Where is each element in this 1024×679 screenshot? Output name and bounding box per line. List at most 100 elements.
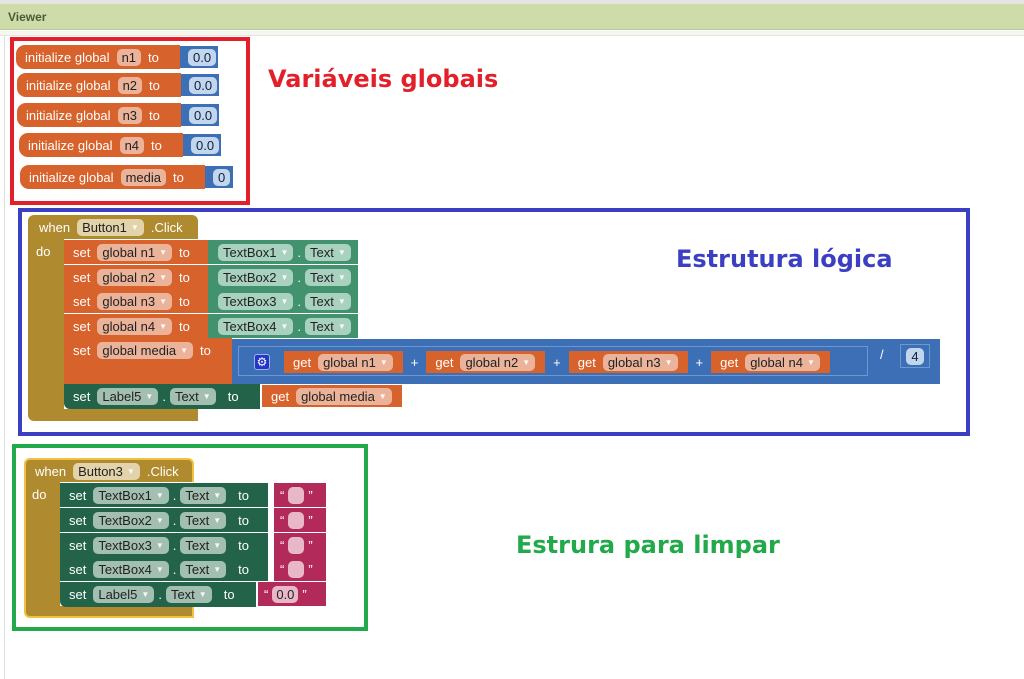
number-block[interactable]: 0.0 bbox=[181, 104, 219, 126]
component-dropdown[interactable]: Label5 ▼ bbox=[97, 388, 159, 405]
text-block[interactable]: “ 0.0 ” bbox=[258, 582, 326, 606]
text-field[interactable]: 0.0 bbox=[272, 585, 299, 603]
component-getter-block[interactable]: TextBox1 ▼ . Text ▼ bbox=[208, 240, 358, 264]
variable-dropdown[interactable]: global media ▼ bbox=[97, 341, 193, 359]
variable-dropdown[interactable]: global n4 ▼ bbox=[745, 353, 820, 371]
number-block[interactable]: 4 bbox=[900, 344, 930, 368]
set-component-block[interactable]: set TextBox1 ▼ . Text ▼ to bbox=[60, 483, 268, 507]
component-dropdown[interactable]: Button1 ▼ bbox=[77, 218, 144, 236]
property-dropdown[interactable]: Text ▼ bbox=[180, 511, 227, 529]
text-block[interactable]: “ ” bbox=[274, 533, 326, 557]
variable-dropdown[interactable]: global n1 ▼ bbox=[318, 353, 393, 371]
text-block[interactable]: “ ” bbox=[274, 557, 326, 581]
property-dropdown[interactable]: Text ▼ bbox=[180, 536, 227, 554]
event-header[interactable]: when Button3 ▼ .Click bbox=[24, 458, 194, 482]
gear-icon[interactable]: ⚙ bbox=[254, 354, 270, 370]
variable-dropdown[interactable]: global n2 ▼ bbox=[460, 353, 536, 371]
property-dropdown[interactable]: Text ▼ bbox=[180, 560, 227, 578]
to-label: to bbox=[238, 537, 249, 553]
component-getter-block[interactable]: TextBox3 ▼ . Text ▼ bbox=[208, 289, 358, 313]
number-field[interactable]: 0.0 bbox=[191, 136, 220, 154]
global-init-block[interactable]: initialize global n3 to bbox=[17, 103, 181, 127]
property-dropdown[interactable]: Text ▼ bbox=[169, 388, 216, 405]
annotation-logic: Estrutura lógica bbox=[676, 245, 893, 273]
variable-dropdown[interactable]: global n3 ▼ bbox=[602, 353, 678, 371]
property-dropdown[interactable]: Text ▼ bbox=[305, 317, 351, 335]
variable-dropdown[interactable]: global n4 ▼ bbox=[97, 317, 173, 335]
number-field[interactable]: 0.0 bbox=[189, 106, 218, 124]
text-block[interactable]: “ ” bbox=[274, 483, 326, 507]
set-component-block[interactable]: set Label5 ▼ . Text ▼ to bbox=[64, 384, 260, 409]
divide-block[interactable]: ⚙ get global n1 ▼ + get global n2 ▼ + get … bbox=[232, 339, 940, 384]
component-dropdown[interactable]: TextBox3 ▼ bbox=[218, 292, 294, 310]
component-getter-block[interactable]: TextBox2 ▼ . Text ▼ bbox=[208, 265, 358, 289]
property-dropdown[interactable]: Text ▼ bbox=[305, 268, 351, 286]
component-dropdown[interactable]: TextBox1 ▼ bbox=[218, 243, 294, 261]
number-block[interactable]: 0.0 bbox=[183, 134, 221, 156]
component-dropdown[interactable]: TextBox1 ▼ bbox=[93, 486, 169, 504]
number-field[interactable]: 4 bbox=[906, 347, 924, 365]
property-dropdown[interactable]: Text ▼ bbox=[180, 486, 227, 504]
component-dropdown[interactable]: TextBox3 ▼ bbox=[93, 536, 169, 554]
variable-dropdown[interactable]: global n2 ▼ bbox=[97, 268, 173, 286]
variable-dropdown[interactable]: global media ▼ bbox=[296, 387, 392, 405]
get-variable-block[interactable]: get global n3 ▼ bbox=[568, 351, 688, 373]
text-field[interactable] bbox=[288, 486, 305, 504]
component-dropdown[interactable]: TextBox2 ▼ bbox=[218, 268, 294, 286]
text-field[interactable] bbox=[288, 560, 305, 578]
number-block[interactable]: 0 bbox=[205, 166, 233, 188]
event-body: do bbox=[24, 482, 60, 608]
number-field[interactable]: 0.0 bbox=[188, 48, 217, 66]
global-init-block[interactable]: initialize global media to bbox=[20, 165, 205, 189]
set-label: set bbox=[69, 561, 87, 577]
property-dropdown[interactable]: Text ▼ bbox=[305, 292, 351, 310]
dot-separator: . bbox=[172, 561, 177, 577]
number-field[interactable]: 0.0 bbox=[189, 76, 218, 94]
variable-name-field[interactable]: n2 bbox=[117, 76, 143, 94]
variable-name-field[interactable]: n3 bbox=[117, 106, 143, 124]
variable-name: global n3 bbox=[607, 354, 661, 370]
component-dropdown[interactable]: Button3 ▼ bbox=[73, 462, 140, 480]
component-getter-block[interactable]: TextBox4 ▼ . Text ▼ bbox=[208, 314, 358, 338]
set-global-media-block[interactable]: set global media ▼ to bbox=[64, 338, 232, 384]
component-dropdown[interactable]: TextBox2 ▼ bbox=[93, 511, 169, 529]
set-component-block[interactable]: set TextBox2 ▼ . Text ▼ to bbox=[60, 508, 268, 532]
get-variable-block[interactable]: get global n1 ▼ bbox=[284, 351, 403, 373]
set-component-block[interactable]: set TextBox3 ▼ . Text ▼ to bbox=[60, 533, 268, 557]
variable-name-field[interactable]: n1 bbox=[116, 48, 142, 66]
set-label: set bbox=[73, 293, 91, 309]
component-dropdown[interactable]: TextBox4 ▼ bbox=[93, 560, 169, 578]
number-block[interactable]: 0.0 bbox=[181, 74, 219, 96]
text-block[interactable]: “ ” bbox=[274, 508, 326, 532]
get-variable-block[interactable]: get global media ▼ bbox=[262, 385, 402, 407]
dot-separator: . bbox=[297, 318, 302, 334]
global-init-block[interactable]: initialize global n2 to bbox=[17, 73, 181, 97]
component-name: TextBox3 bbox=[223, 293, 277, 309]
set-global-block[interactable]: set global n2 ▼ to bbox=[64, 265, 210, 289]
text-field[interactable] bbox=[288, 536, 305, 554]
set-global-block[interactable]: set global n1 ▼ to bbox=[64, 240, 210, 264]
number-field[interactable]: 0 bbox=[213, 168, 231, 186]
variable-name-field[interactable]: n4 bbox=[119, 136, 145, 154]
property-dropdown[interactable]: Text ▼ bbox=[305, 243, 351, 261]
component-dropdown[interactable]: Label5 ▼ bbox=[93, 586, 155, 603]
text-field[interactable] bbox=[288, 511, 305, 529]
annotation-clear: Estrura para limpar bbox=[516, 531, 780, 559]
variable-dropdown[interactable]: global n3 ▼ bbox=[97, 292, 173, 310]
get-variable-block[interactable]: get global n2 ▼ bbox=[426, 351, 546, 373]
variable-name-field[interactable]: media bbox=[120, 168, 166, 186]
component-dropdown[interactable]: TextBox4 ▼ bbox=[218, 317, 294, 335]
set-component-block[interactable]: set Label5 ▼ . Text ▼ to bbox=[60, 582, 256, 607]
open-quote: “ bbox=[280, 561, 285, 577]
set-global-block[interactable]: set global n4 ▼ to bbox=[64, 314, 210, 338]
global-init-block[interactable]: initialize global n1 to bbox=[16, 45, 180, 69]
property-dropdown[interactable]: Text ▼ bbox=[165, 586, 212, 603]
variable-dropdown[interactable]: global n1 ▼ bbox=[97, 243, 173, 261]
chevron-down-icon: ▼ bbox=[522, 357, 531, 367]
get-variable-block[interactable]: get global n4 ▼ bbox=[711, 351, 830, 373]
set-global-block[interactable]: set global n3 ▼ to bbox=[64, 289, 210, 313]
set-component-block[interactable]: set TextBox4 ▼ . Text ▼ to bbox=[60, 557, 268, 581]
number-block[interactable]: 0.0 bbox=[180, 46, 218, 68]
event-header[interactable]: when Button1 ▼ .Click bbox=[28, 215, 198, 239]
global-init-block[interactable]: initialize global n4 to bbox=[19, 133, 183, 157]
